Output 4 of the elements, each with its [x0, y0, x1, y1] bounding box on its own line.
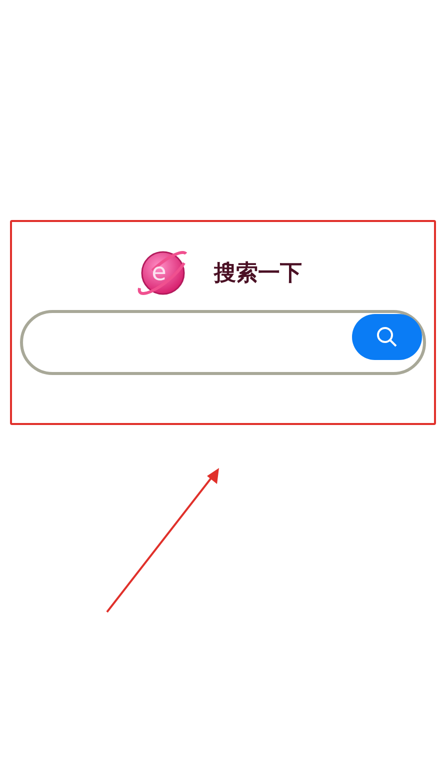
- title: 搜索一下: [214, 262, 302, 284]
- search-field[interactable]: [20, 310, 426, 375]
- search-button[interactable]: [352, 314, 422, 360]
- search-icon: [376, 326, 398, 348]
